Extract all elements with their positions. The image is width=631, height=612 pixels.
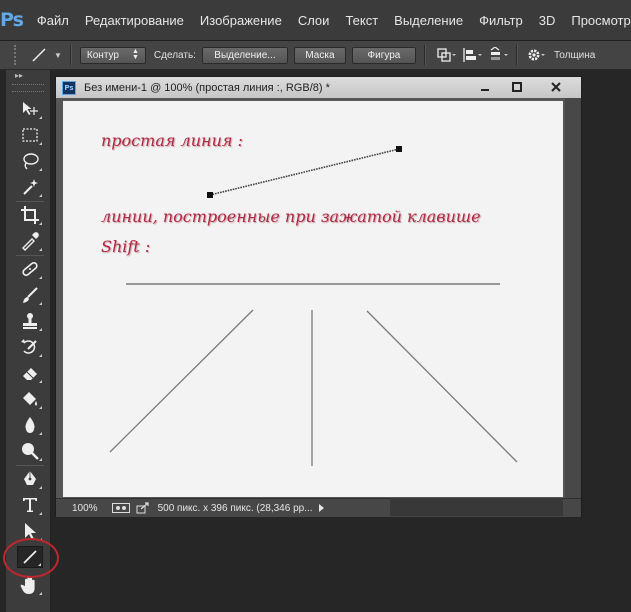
document-window: Ps Без имени-1 @ 100% (простая линия :, … <box>55 76 582 517</box>
separator <box>515 45 518 65</box>
stepper-arrows-icon: ▲ ▼ <box>131 48 139 61</box>
eraser-tool[interactable] <box>17 362 43 384</box>
diagonal-line-right <box>366 310 518 463</box>
dodge-tool-icon <box>20 441 40 461</box>
paint-bucket-tool[interactable] <box>17 388 43 410</box>
close-icon <box>551 82 561 92</box>
marquee-tool[interactable] <box>17 124 43 146</box>
canvas-area[interactable]: простая линия : линии, построенные при з… <box>56 98 581 498</box>
menu-image[interactable]: Изображение <box>200 13 282 28</box>
photoshop-document-icon: Ps <box>62 80 76 95</box>
canvas[interactable]: простая линия : линии, построенные при з… <box>63 101 563 497</box>
lasso-tool[interactable] <box>17 150 43 172</box>
diagonal-line-left <box>109 309 254 453</box>
collapse-panel-icon[interactable]: ▸▸ <box>6 70 50 82</box>
minimize-icon <box>481 89 489 91</box>
hand-tool-icon <box>20 575 40 595</box>
document-info: 500 пикс. x 396 пикс. (28,346 pp... <box>157 502 313 514</box>
menu-layers[interactable]: Слои <box>298 13 330 28</box>
horizontal-scrollbar[interactable] <box>390 498 563 516</box>
line-tool-icon <box>30 46 48 64</box>
path-arrangement-icon[interactable] <box>488 47 508 63</box>
chevron-down-icon: ▼ <box>54 50 62 60</box>
marquee-tool-icon <box>20 125 40 145</box>
history-brush-tool-icon <box>20 337 40 357</box>
healing-brush-tool[interactable] <box>17 258 43 280</box>
type-tool-icon <box>20 495 40 515</box>
pen-tool-icon <box>20 469 40 489</box>
document-title: Без имени-1 @ 100% (простая линия :, RGB… <box>84 81 330 94</box>
make-selection-button[interactable]: Выделение... <box>201 46 288 64</box>
blur-tool[interactable] <box>17 414 43 436</box>
mode-value: Контур <box>86 49 119 61</box>
history-brush-tool[interactable] <box>17 336 43 358</box>
anchor-point-start <box>207 192 213 198</box>
crop-tool-icon <box>20 205 40 225</box>
close-button[interactable] <box>534 78 578 96</box>
photoshop-logo: Ps <box>0 9 24 31</box>
path-alignment-icon[interactable] <box>462 47 482 63</box>
clone-stamp-tool-icon <box>20 311 40 331</box>
simple-line-path <box>209 148 400 196</box>
zoom-level[interactable]: 100% <box>72 503 98 514</box>
tools-panel: ▸▸ <box>6 70 51 612</box>
crop-tool[interactable] <box>17 204 43 226</box>
clone-stamp-tool[interactable] <box>17 310 43 332</box>
menu-edit[interactable]: Редактирование <box>85 13 184 28</box>
options-bar: ▼ Контур ▲ ▼ Сделать: Выделение... Маска … <box>0 41 631 70</box>
eyedropper-tool-icon <box>20 231 40 251</box>
type-tool[interactable] <box>17 494 43 516</box>
anchor-point-end <box>396 146 402 152</box>
paint-bucket-tool-icon <box>20 389 40 409</box>
make-mask-button[interactable]: Маска <box>293 46 346 64</box>
eraser-tool-icon <box>20 363 40 383</box>
menu-bar: Ps Файл Редактирование Изображение Слои … <box>0 0 631 41</box>
document-title-bar[interactable]: Ps Без имени-1 @ 100% (простая линия :, … <box>56 77 581 99</box>
magic-wand-tool-icon <box>20 177 40 197</box>
lasso-tool-icon <box>20 151 40 171</box>
gear-icon[interactable] <box>526 47 546 63</box>
panel-grip[interactable] <box>12 84 44 92</box>
status-menu-arrow-icon[interactable] <box>318 504 324 512</box>
vertical-scrollbar[interactable] <box>565 98 581 498</box>
menu-3d[interactable]: 3D <box>539 13 556 28</box>
eyedropper-tool[interactable] <box>17 230 43 252</box>
brush-tool-icon <box>20 285 40 305</box>
make-label: Сделать: <box>153 49 196 61</box>
brush-tool[interactable] <box>17 284 43 306</box>
canvas-drawing <box>109 146 518 466</box>
move-tool-icon <box>20 99 40 119</box>
maximize-button[interactable] <box>502 78 532 96</box>
menu-filter[interactable]: Фильтр <box>479 13 523 28</box>
separator <box>69 45 72 65</box>
pen-tool[interactable] <box>17 468 43 490</box>
magic-wand-tool[interactable] <box>17 176 43 198</box>
active-tool-highlight <box>3 538 59 578</box>
tool-preset-picker[interactable]: ▼ <box>30 46 62 64</box>
separator <box>423 45 426 65</box>
weight-label: Толщина <box>553 49 596 61</box>
export-icon <box>136 502 150 514</box>
mode-select[interactable]: Контур ▲ ▼ <box>79 46 146 64</box>
menu-select[interactable]: Выделение <box>394 13 463 28</box>
menu-view[interactable]: Просмотр <box>571 13 630 28</box>
path-operations-icon[interactable] <box>436 47 456 63</box>
proof-icon <box>111 502 130 514</box>
dodge-tool[interactable] <box>17 440 43 462</box>
minimize-button[interactable] <box>470 78 500 96</box>
menu-file[interactable]: Файл <box>37 13 69 28</box>
menu-type[interactable]: Текст <box>345 13 378 28</box>
make-shape-button[interactable]: Фигура <box>351 46 416 64</box>
options-bar-grip[interactable] <box>14 45 22 65</box>
blur-tool-icon <box>20 415 40 435</box>
move-tool[interactable] <box>17 98 43 120</box>
maximize-icon <box>512 82 522 92</box>
healing-brush-tool-icon <box>20 259 40 279</box>
